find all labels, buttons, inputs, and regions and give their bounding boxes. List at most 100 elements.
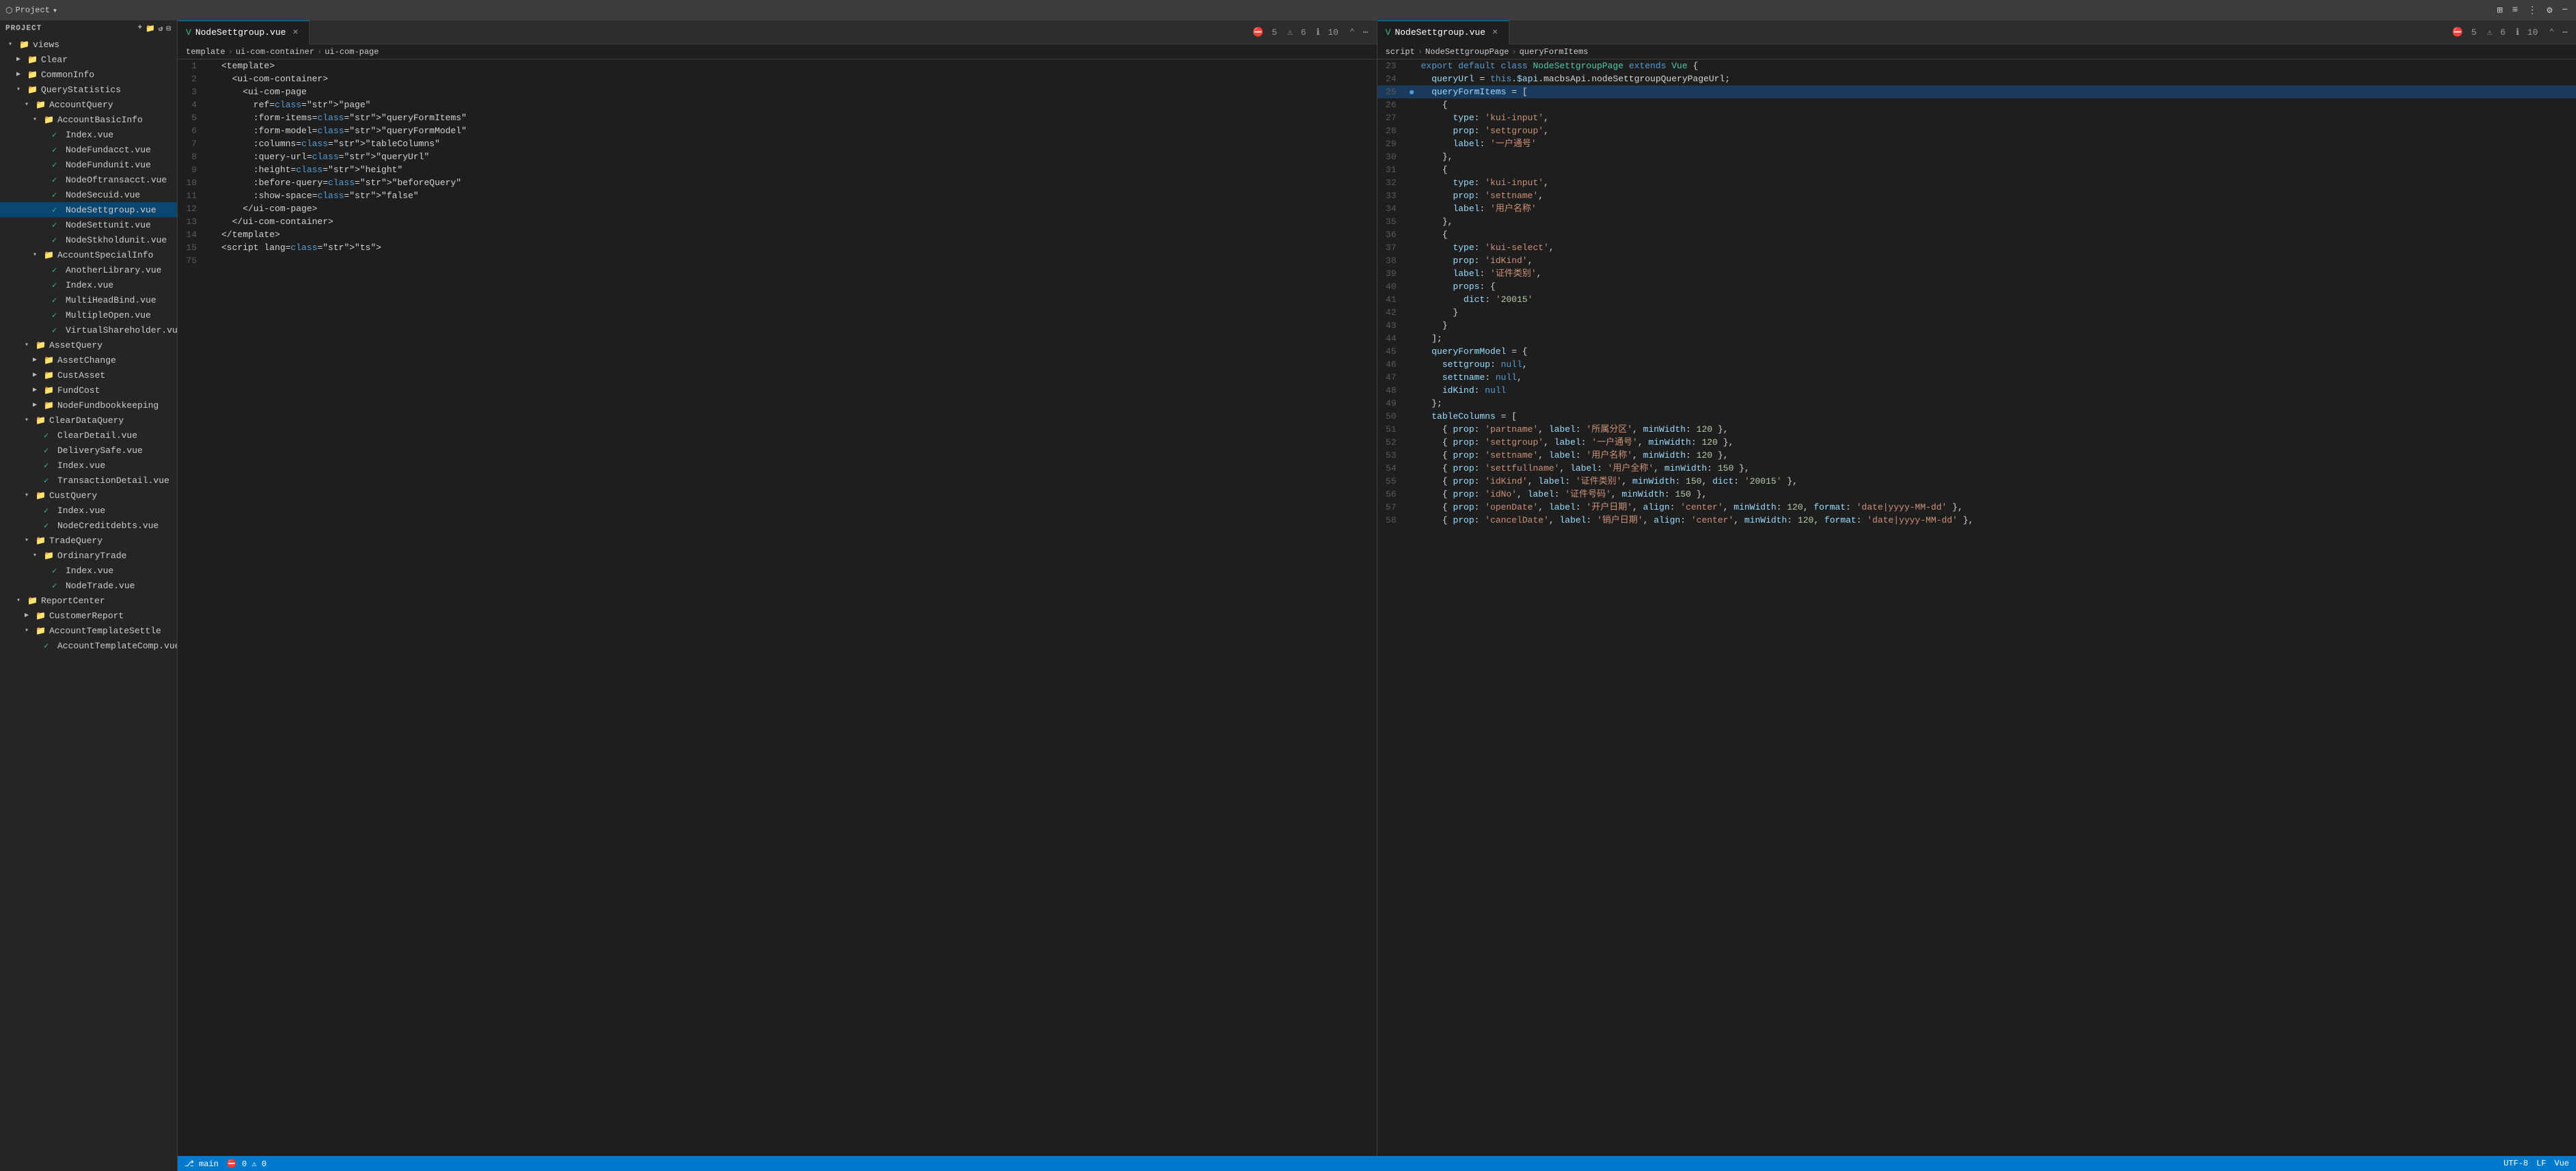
sidebar-item-customerreport[interactable]: ▶📁CustomerReport (0, 608, 177, 623)
sidebar-item-tradequery[interactable]: ▾📁TradeQuery (0, 533, 177, 548)
table-row: 37 type: 'kui-select', (1378, 241, 2576, 254)
vue-icon-index-vue-4: ✓ (44, 506, 55, 516)
breadcrumb-script[interactable]: script (1386, 47, 1415, 57)
breadcrumb-items[interactable]: queryFormItems (1520, 47, 1589, 57)
sidebar-item-querystatistics[interactable]: ▾📁QueryStatistics (0, 82, 177, 97)
sidebar-item-cleardataquery[interactable]: ▾📁ClearDataQuery (0, 413, 177, 428)
grid-icon[interactable]: ⊞ (2494, 3, 2505, 18)
left-tab-label: NodeSettgroup.vue (195, 27, 286, 38)
sidebar-title: Project (5, 25, 42, 33)
sidebar-item-multipleopen-vue[interactable]: ✓MultipleOpen.vue (0, 307, 177, 322)
right-more-icon[interactable]: ⋯ (2560, 26, 2571, 39)
sidebar-item-accountspecialinfo[interactable]: ▾📁AccountSpecialInfo (0, 247, 177, 262)
sidebar-item-index-vue-5[interactable]: ✓Index.vue (0, 563, 177, 578)
folder-icon-commoninfo: 📁 (27, 70, 38, 80)
vue-icon-transactiondetail-vue: ✓ (44, 476, 55, 486)
left-more-icon[interactable]: ⋯ (1360, 26, 1371, 39)
sidebar-item-accounttemplatesettle[interactable]: ▾📁AccountTemplateSettle (0, 623, 177, 638)
right-tab-bar: V NodeSettgroup.vue × ⛔ 5 ⚠ 6 ℹ 10 ⌃ ⋯ (1378, 20, 2576, 44)
sidebar-label-nodefundbookkeeping: NodeFundbookkeeping (57, 400, 159, 411)
sidebar-item-virtualshareholder-vue[interactable]: ✓VirtualShareholder.vue (0, 322, 177, 337)
right-split-icon[interactable]: ⌃ (2546, 26, 2557, 39)
sidebar-item-commoninfo[interactable]: ▶📁CommonInfo (0, 67, 177, 82)
table-row: 6 :form-model=class="str">"queryFormMode… (178, 124, 1377, 137)
sidebar-item-accountquery[interactable]: ▾📁AccountQuery (0, 97, 177, 112)
sidebar-item-accountbasicinfo[interactable]: ▾📁AccountBasicInfo (0, 112, 177, 127)
sidebar-item-custquery[interactable]: ▾📁CustQuery (0, 488, 177, 503)
sidebar-item-nodeoftransacct-vue[interactable]: ✓NodeOftransacct.vue (0, 172, 177, 187)
vue-icon-index-vue-3: ✓ (44, 460, 55, 471)
arrow-views: ▾ (8, 40, 19, 49)
sidebar-label-accountquery: AccountQuery (49, 100, 113, 110)
collapse-icon[interactable]: ⊟ (166, 24, 172, 33)
table-row: 42 } (1378, 306, 2576, 319)
breadcrumb-page[interactable]: ui-com-page (325, 47, 379, 57)
table-row: 1<template> (178, 59, 1377, 72)
sidebar-item-nodefundunit-vue[interactable]: ✓NodeFundunit.vue (0, 157, 177, 172)
arrow-accounttemplatesettle: ▾ (25, 626, 36, 635)
dots-icon[interactable]: ⋮ (2525, 3, 2540, 18)
dropdown-arrow[interactable]: ▾ (53, 5, 57, 16)
left-tab-close[interactable]: × (290, 27, 301, 38)
sidebar-item-anotherlibrary-vue[interactable]: ✓AnotherLibrary.vue (0, 262, 177, 277)
new-file-icon[interactable]: + (137, 24, 143, 33)
sidebar-item-nodestkholdunit-vue[interactable]: ✓NodeStkholdunit.vue (0, 232, 177, 247)
sidebar-item-custasset[interactable]: ▶📁CustAsset (0, 368, 177, 383)
folder-icon-tradequery: 📁 (36, 536, 46, 546)
sidebar-item-nodesettgroup-vue[interactable]: ✓NodeSettgroup.vue (0, 202, 177, 217)
sidebar-item-transactiondetail-vue[interactable]: ✓TransactionDetail.vue (0, 473, 177, 488)
new-folder-icon[interactable]: 📁 (146, 24, 156, 33)
sidebar-item-clear[interactable]: ▶📁Clear (0, 52, 177, 67)
sidebar-item-cleardetail-vue[interactable]: ✓ClearDetail.vue (0, 428, 177, 443)
project-icon: ⬡ (5, 5, 12, 16)
sidebar: Project + 📁 ↺ ⊟ ▾📁views▶📁Clear▶📁CommonIn… (0, 20, 178, 1171)
sidebar-item-nodesetunit-vue[interactable]: ✓NodeSettunit.vue (0, 217, 177, 232)
sidebar-item-nodefundbookkeeping[interactable]: ▶📁NodeFundbookkeeping (0, 398, 177, 413)
encoding: UTF-8 (2504, 1159, 2528, 1168)
right-editor-content[interactable]: 23export default class NodeSettgroupPage… (1378, 59, 2576, 1156)
settings-icon[interactable]: ⚙ (2544, 3, 2555, 18)
sidebar-item-nodecreditdebts-vue[interactable]: ✓NodeCreditdebts.vue (0, 518, 177, 533)
table-row: 53 { prop: 'settname', label: '用户名称', mi… (1378, 449, 2576, 462)
sidebar-item-multiheadbind-vue[interactable]: ✓MultiHeadBind.vue (0, 292, 177, 307)
sidebar-header-actions: + 📁 ↺ ⊟ (137, 24, 172, 33)
list-icon[interactable]: ≡ (2510, 3, 2521, 18)
vue-icon-index-vue-1: ✓ (52, 130, 63, 140)
arrow-nodefundbookkeeping: ▶ (33, 401, 44, 409)
sidebar-item-fundcost[interactable]: ▶📁FundCost (0, 383, 177, 398)
sidebar-item-assetchange[interactable]: ▶📁AssetChange (0, 353, 177, 368)
sidebar-item-accounttemplatecomp-vue[interactable]: ✓AccountTemplateComp.vue (0, 638, 177, 653)
sidebar-item-deliverysafe-vue[interactable]: ✓DeliverySafe.vue (0, 443, 177, 458)
breadcrumb-class[interactable]: NodeSettgroupPage (1425, 47, 1509, 57)
breadcrumb-container[interactable]: ui-com-container (236, 47, 314, 57)
breadcrumb-template[interactable]: template (186, 47, 225, 57)
arrow-custquery: ▾ (25, 491, 36, 499)
sidebar-item-index-vue-2[interactable]: ✓Index.vue (0, 277, 177, 292)
left-split-icon[interactable]: ⌃ (1347, 26, 1358, 39)
table-row: 50 tableColumns = [ (1378, 410, 2576, 423)
table-row: 15<script lang=class="str">"ts"> (178, 241, 1377, 254)
right-tab-close[interactable]: × (1490, 27, 1501, 38)
sidebar-item-index-vue-1[interactable]: ✓Index.vue (0, 127, 177, 142)
table-row: 54 { prop: 'settfullname', label: '用户全称'… (1378, 462, 2576, 475)
sidebar-item-ordinarytrade[interactable]: ▾📁OrdinaryTrade (0, 548, 177, 563)
sidebar-item-nodesecuid-vue[interactable]: ✓NodeSecuid.vue (0, 187, 177, 202)
refresh-icon[interactable]: ↺ (159, 24, 164, 33)
folder-icon-clear: 📁 (27, 55, 38, 65)
sidebar-item-nodefundacct-vue[interactable]: ✓NodeFundacct.vue (0, 142, 177, 157)
table-row: 26 { (1378, 98, 2576, 111)
table-row: 29 label: '一户通号' (1378, 137, 2576, 150)
sidebar-item-assetquery[interactable]: ▾📁AssetQuery (0, 337, 177, 353)
sidebar-item-reportcenter[interactable]: ▾📁ReportCenter (0, 593, 177, 608)
left-editor-content[interactable]: 1<template>2 <ui-com-container>3 <ui-com… (178, 59, 1377, 1156)
sidebar-item-views[interactable]: ▾📁views (0, 37, 177, 52)
sidebar-item-index-vue-4[interactable]: ✓Index.vue (0, 503, 177, 518)
sidebar-label-index-vue-5: Index.vue (66, 566, 113, 576)
minus-icon[interactable]: − (2560, 3, 2571, 18)
sidebar-item-index-vue-3[interactable]: ✓Index.vue (0, 458, 177, 473)
arrow-accountspecialinfo: ▾ (33, 251, 44, 259)
sidebar-item-nodetrade-vue[interactable]: ✓NodeTrade.vue (0, 578, 177, 593)
table-row: 43 } (1378, 319, 2576, 332)
left-editor-tab[interactable]: V NodeSettgroup.vue × (178, 20, 310, 44)
right-editor-tab[interactable]: V NodeSettgroup.vue × (1378, 20, 1509, 44)
